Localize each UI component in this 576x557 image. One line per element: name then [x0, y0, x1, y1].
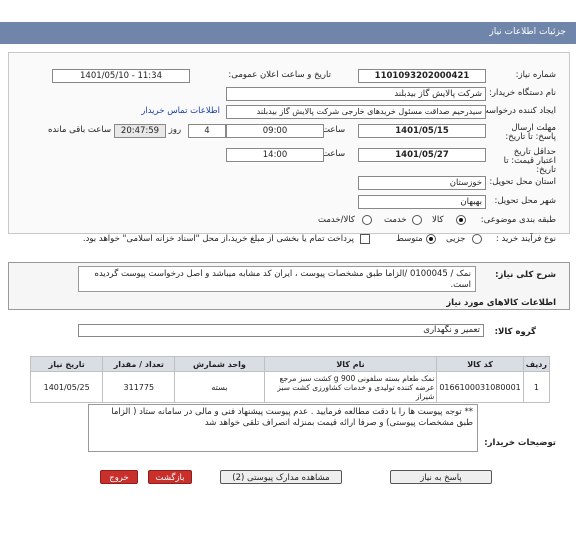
cell-name: نمک طعام بسته سلفونی 900 g کشت سبز مرجع … [263, 371, 438, 403]
process-option-minor: جزیی [446, 234, 466, 244]
remaining-time: 20:47:59 [114, 124, 166, 138]
table-row: 1 0166100031080001 نمک طعام بسته سلفونی … [29, 371, 551, 403]
col-code: کد کالا [436, 356, 524, 372]
cell-qty: 311775 [102, 371, 176, 403]
back-button[interactable]: بازگشت [148, 470, 192, 484]
need-number-label: شماره نیاز: [515, 70, 556, 80]
days-remaining: 4 [188, 124, 226, 138]
category-option-goods: کالا [432, 215, 444, 225]
goods-table: ردیف کد کالا نام کالا واحد شمارش تعداد /… [29, 356, 551, 403]
category-label: طبقه بندی موضوعی: [480, 215, 556, 225]
province-field: خوزستان [358, 176, 486, 190]
send-deadline-time-label: ساعت [322, 125, 346, 135]
process-radio-minor[interactable] [472, 234, 482, 244]
exit-button[interactable]: خروج [100, 470, 138, 484]
cell-row: 1 [522, 371, 551, 403]
goods-table-header: ردیف کد کالا نام کالا واحد شمارش تعداد /… [29, 356, 551, 372]
category-radio-goods[interactable] [456, 215, 466, 225]
process-label: نوع فرآیند خرید : [495, 234, 556, 244]
reply-button[interactable]: پاسخ به نیاز [390, 470, 492, 484]
buyer-contact-link[interactable]: اطلاعات تماس خریدار [115, 106, 220, 116]
col-unit: واحد شمارش [174, 356, 265, 372]
col-name: نام کالا [263, 356, 438, 372]
goods-section-title: اطلاعات کالاهای مورد نیاز [446, 298, 556, 308]
validity-date: 1401/05/27 [358, 148, 486, 162]
city-label: شهر محل تحویل: [494, 196, 556, 206]
buyer-org-field: شرکت پالایش گاز بیدبلند [226, 87, 486, 101]
attachments-button[interactable]: مشاهده مدارک پیوستی (2) [220, 470, 342, 484]
col-qty: تعداد / مقدار [102, 356, 176, 372]
city-field: بهبهان [358, 195, 486, 209]
province-label: استان محل تحویل: [489, 177, 556, 187]
page-header: جزئیات اطلاعات نیاز [0, 22, 576, 44]
page-title: جزئیات اطلاعات نیاز [489, 27, 566, 37]
need-number-field: 1101093202000421 [358, 69, 486, 83]
col-date: تاریخ نیاز [29, 356, 104, 372]
send-deadline-label: مهلت ارسال پاسخ: تا تاریخ: [505, 123, 556, 142]
creator-field: سیدرحیم صداقت مسئول خریدهای خارجی شرکت پ… [226, 105, 486, 119]
buyer-org-label: نام دستگاه خریدار: [489, 88, 556, 98]
send-deadline-date: 1401/05/15 [358, 124, 486, 138]
process-radio-medium[interactable] [426, 234, 436, 244]
creator-label: ایجاد کننده درخواست: [477, 106, 556, 116]
remaining-time-label: ساعت باقی مانده [48, 125, 112, 135]
announce-date-field: 1401/05/10 - 11:34 [52, 69, 190, 83]
cell-date: 1401/05/25 [29, 371, 104, 403]
treasury-payment-checkbox[interactable] [360, 234, 370, 244]
cell-code: 0166100031080001 [436, 371, 524, 403]
treasury-payment-note: پرداخت تمام یا بخشی از مبلغ خرید،از محل … [82, 234, 354, 244]
process-option-medium: متوسط [396, 234, 423, 244]
validity-label: حداقل تاریخ اعتبار قیمت: تا تاریخ: [503, 147, 556, 175]
category-radio-goods-service[interactable] [362, 215, 372, 225]
goods-group-label: گروه کالا: [494, 327, 536, 337]
validity-time-label: ساعت [322, 149, 346, 159]
announce-date-label: تاریخ و ساعت اعلان عمومی: [228, 70, 331, 80]
validity-time: 14:00 [226, 148, 324, 162]
category-option-goods-service: کالا/خدمت [318, 215, 355, 225]
send-deadline-time: 09:00 [226, 124, 324, 138]
buyer-notes-text: ** توجه پیوست ها را با دقت مطالعه فرمایی… [88, 404, 478, 452]
description-text: نمک / 0100045 /الزاما طبق مشخصات پیوست ،… [78, 266, 476, 292]
col-row: ردیف [522, 356, 551, 372]
description-label: شرح کلی نیاز: [495, 270, 556, 280]
category-radio-service[interactable] [412, 215, 422, 225]
cell-unit: بسته [174, 371, 265, 403]
buyer-notes-label: توضیحات خریدار: [484, 438, 556, 448]
category-option-service: خدمت [384, 215, 407, 225]
